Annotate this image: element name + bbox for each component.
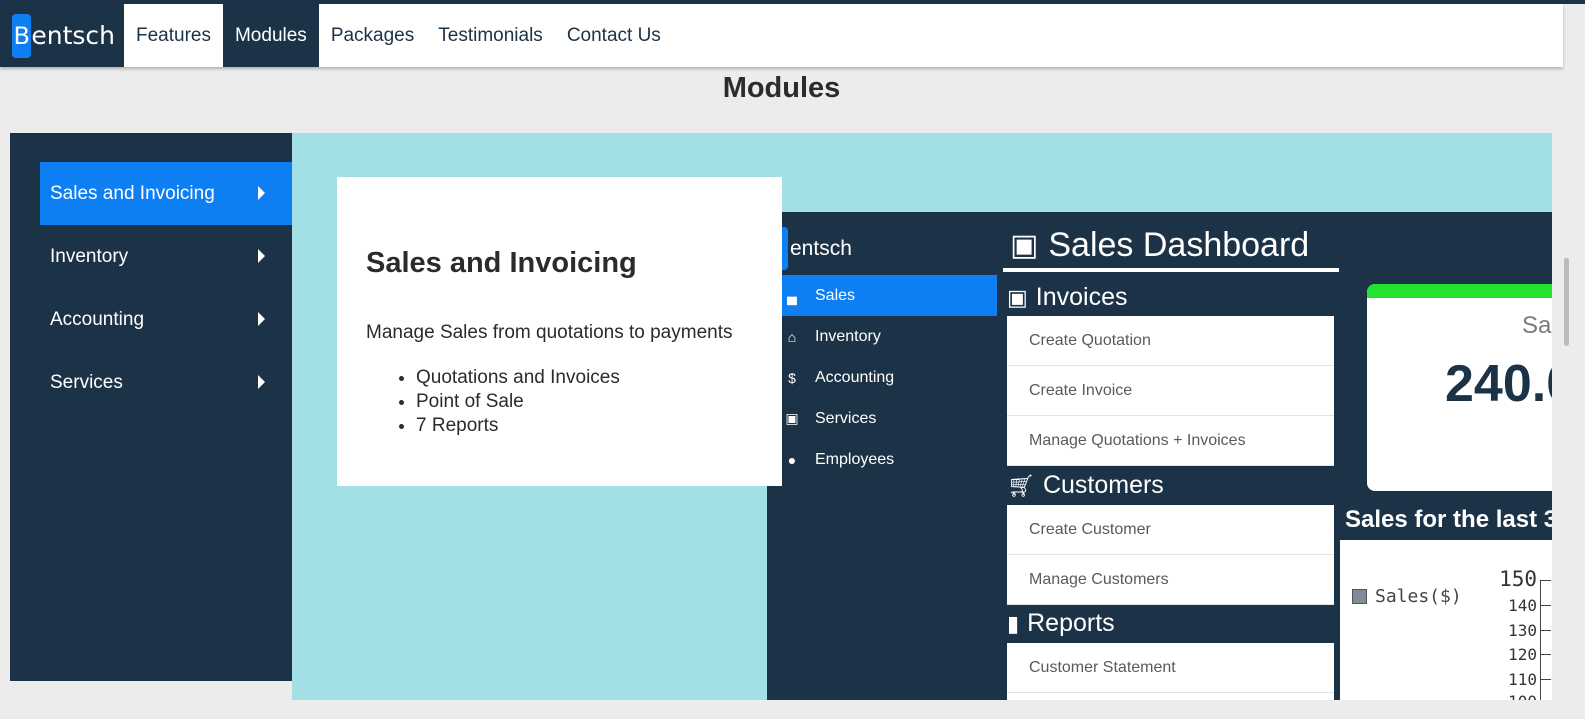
preview-brand: B entsch <box>767 227 852 270</box>
preview-nav-sales: ▄ Sales <box>767 275 997 316</box>
y-tick-label: 100 <box>1485 692 1537 700</box>
module-tab-accounting[interactable]: Accounting <box>40 288 292 351</box>
page-title: Modules <box>722 72 841 104</box>
module-description: Manage Sales from quotations to payments <box>366 322 733 343</box>
stat-accent-bar <box>1367 284 1552 298</box>
nav-packages[interactable]: Packages <box>319 4 426 67</box>
y-tick-mark <box>1541 654 1551 655</box>
stat-value: 240.0 <box>1445 355 1552 413</box>
y-tick-label: 130 <box>1508 621 1537 640</box>
module-tab-sales-and-invoicing[interactable]: Sales and Invoicing <box>40 162 292 225</box>
module-tab-label: Inventory <box>50 245 129 267</box>
module-feature-list: Quotations and Invoices Point of Sale 7 … <box>416 366 620 438</box>
users-icon: ● <box>787 451 797 468</box>
preview-nav-label: Accounting <box>815 368 895 386</box>
brand-letter: B <box>12 13 32 58</box>
preview-link: Create Quotation <box>1007 316 1334 366</box>
preview-section-customers: 🛒︎ Customers <box>1007 471 1164 500</box>
services-icon: ▣ <box>785 410 799 426</box>
module-tab-label: Accounting <box>50 308 145 330</box>
preview-chart-title: Sales for the last 3 <box>1345 506 1552 533</box>
preview-link: Create Invoice <box>1007 366 1334 416</box>
preview-chart: Sales($) 150 140 130 120 110 100 <box>1340 540 1552 700</box>
page-scrollbar-thumb[interactable] <box>1564 258 1569 346</box>
y-tick-mark <box>1541 580 1551 581</box>
brand-logo[interactable]: B entsch <box>0 4 124 67</box>
y-tick-label: 140 <box>1508 596 1537 615</box>
preview-nav-label: Sales <box>815 286 856 304</box>
bar-chart-icon: ▮ <box>1007 610 1020 636</box>
feature-item: Point of Sale <box>416 390 620 414</box>
preview-nav-accounting: $ Accounting <box>767 357 997 398</box>
module-tab-services[interactable]: Services <box>40 351 292 414</box>
preview-sales-stat-card: Sales 240.0 <box>1367 284 1552 491</box>
preview-link: Create Customer <box>1007 505 1334 555</box>
module-tab-inventory[interactable]: Inventory <box>40 225 292 288</box>
cash-register-icon: ▄ <box>787 287 797 304</box>
modules-sidebar: Sales and Invoicing Inventory Accounting… <box>10 133 292 681</box>
caret-right-icon <box>258 375 265 389</box>
nav-contact-us[interactable]: Contact Us <box>555 4 673 67</box>
preview-dashboard-title-text: Sales Dashboard <box>1048 226 1310 264</box>
preview-link: Manage Quotations + Invoices <box>1007 416 1334 466</box>
cash-register-icon: ▣ <box>1010 229 1039 262</box>
preview-section-title: Customers <box>1042 471 1164 499</box>
feature-item: 7 Reports <box>416 414 620 438</box>
module-info-card: Sales and Invoicing Manage Sales from qu… <box>337 177 782 486</box>
preview-customers-links: Create Customer Manage Customers <box>1007 505 1334 605</box>
brand-name: entsch <box>31 21 115 50</box>
cash-register-icon: ▣ <box>1007 284 1028 310</box>
preview-reports-links: Customer Statement <box>1007 643 1334 700</box>
legend-label: Sales($) <box>1375 586 1462 607</box>
dollar-icon: $ <box>788 369 796 386</box>
navbar: B entsch Features Modules Packages Testi… <box>0 4 1563 67</box>
module-heading: Sales and Invoicing <box>366 247 637 279</box>
module-tab-label: Sales and Invoicing <box>50 182 215 204</box>
preview-nav-label: Inventory <box>815 327 881 345</box>
y-tick-label: 110 <box>1508 670 1537 689</box>
preview-nav-label: Employees <box>815 450 895 468</box>
chart-legend: Sales($) <box>1352 586 1462 607</box>
chart-y-axis <box>1540 580 1541 700</box>
preview-nav-label: Services <box>815 409 877 427</box>
caret-right-icon <box>258 312 265 326</box>
y-tick-mark <box>1541 630 1551 631</box>
module-tab-label: Services <box>50 371 123 393</box>
preview-nav-employees: ● Employees <box>767 439 997 480</box>
preview-link <box>1007 693 1334 700</box>
preview-nav-services: ▣ Services <box>767 398 997 439</box>
dashboard-preview-image: B entsch ▄ Sales ⌂ Inventory $ Accountin… <box>767 212 1552 700</box>
preview-section-reports: ▮ Reports <box>1007 609 1115 638</box>
preview-section-invoices: ▣ Invoices <box>1007 283 1128 312</box>
preview-link: Manage Customers <box>1007 555 1334 605</box>
y-tick-mark <box>1541 679 1551 680</box>
stat-label: Sales <box>1522 312 1552 339</box>
preview-nav-inventory: ⌂ Inventory <box>767 316 997 357</box>
y-tick-mark <box>1541 605 1551 606</box>
preview-brand-name: entsch <box>790 236 852 260</box>
warehouse-icon: ⌂ <box>787 328 797 345</box>
nav-modules[interactable]: Modules <box>222 4 319 67</box>
y-tick-label: 120 <box>1508 645 1537 664</box>
caret-right-icon <box>258 249 265 263</box>
nav-features[interactable]: Features <box>124 4 223 67</box>
preview-link: Customer Statement <box>1007 643 1334 693</box>
legend-swatch <box>1352 589 1367 604</box>
preview-section-title: Reports <box>1027 609 1115 637</box>
preview-section-title: Invoices <box>1035 283 1128 311</box>
caret-right-icon <box>258 186 265 200</box>
preview-title-divider <box>1003 268 1339 272</box>
nav-testimonials[interactable]: Testimonials <box>426 4 555 67</box>
shopping-cart-icon: 🛒︎ <box>1007 472 1035 498</box>
y-tick-label: 150 <box>1499 567 1537 591</box>
preview-invoices-links: Create Quotation Create Invoice Manage Q… <box>1007 316 1334 466</box>
feature-item: Quotations and Invoices <box>416 366 620 390</box>
preview-dashboard-title: ▣ Sales Dashboard <box>1010 226 1309 265</box>
